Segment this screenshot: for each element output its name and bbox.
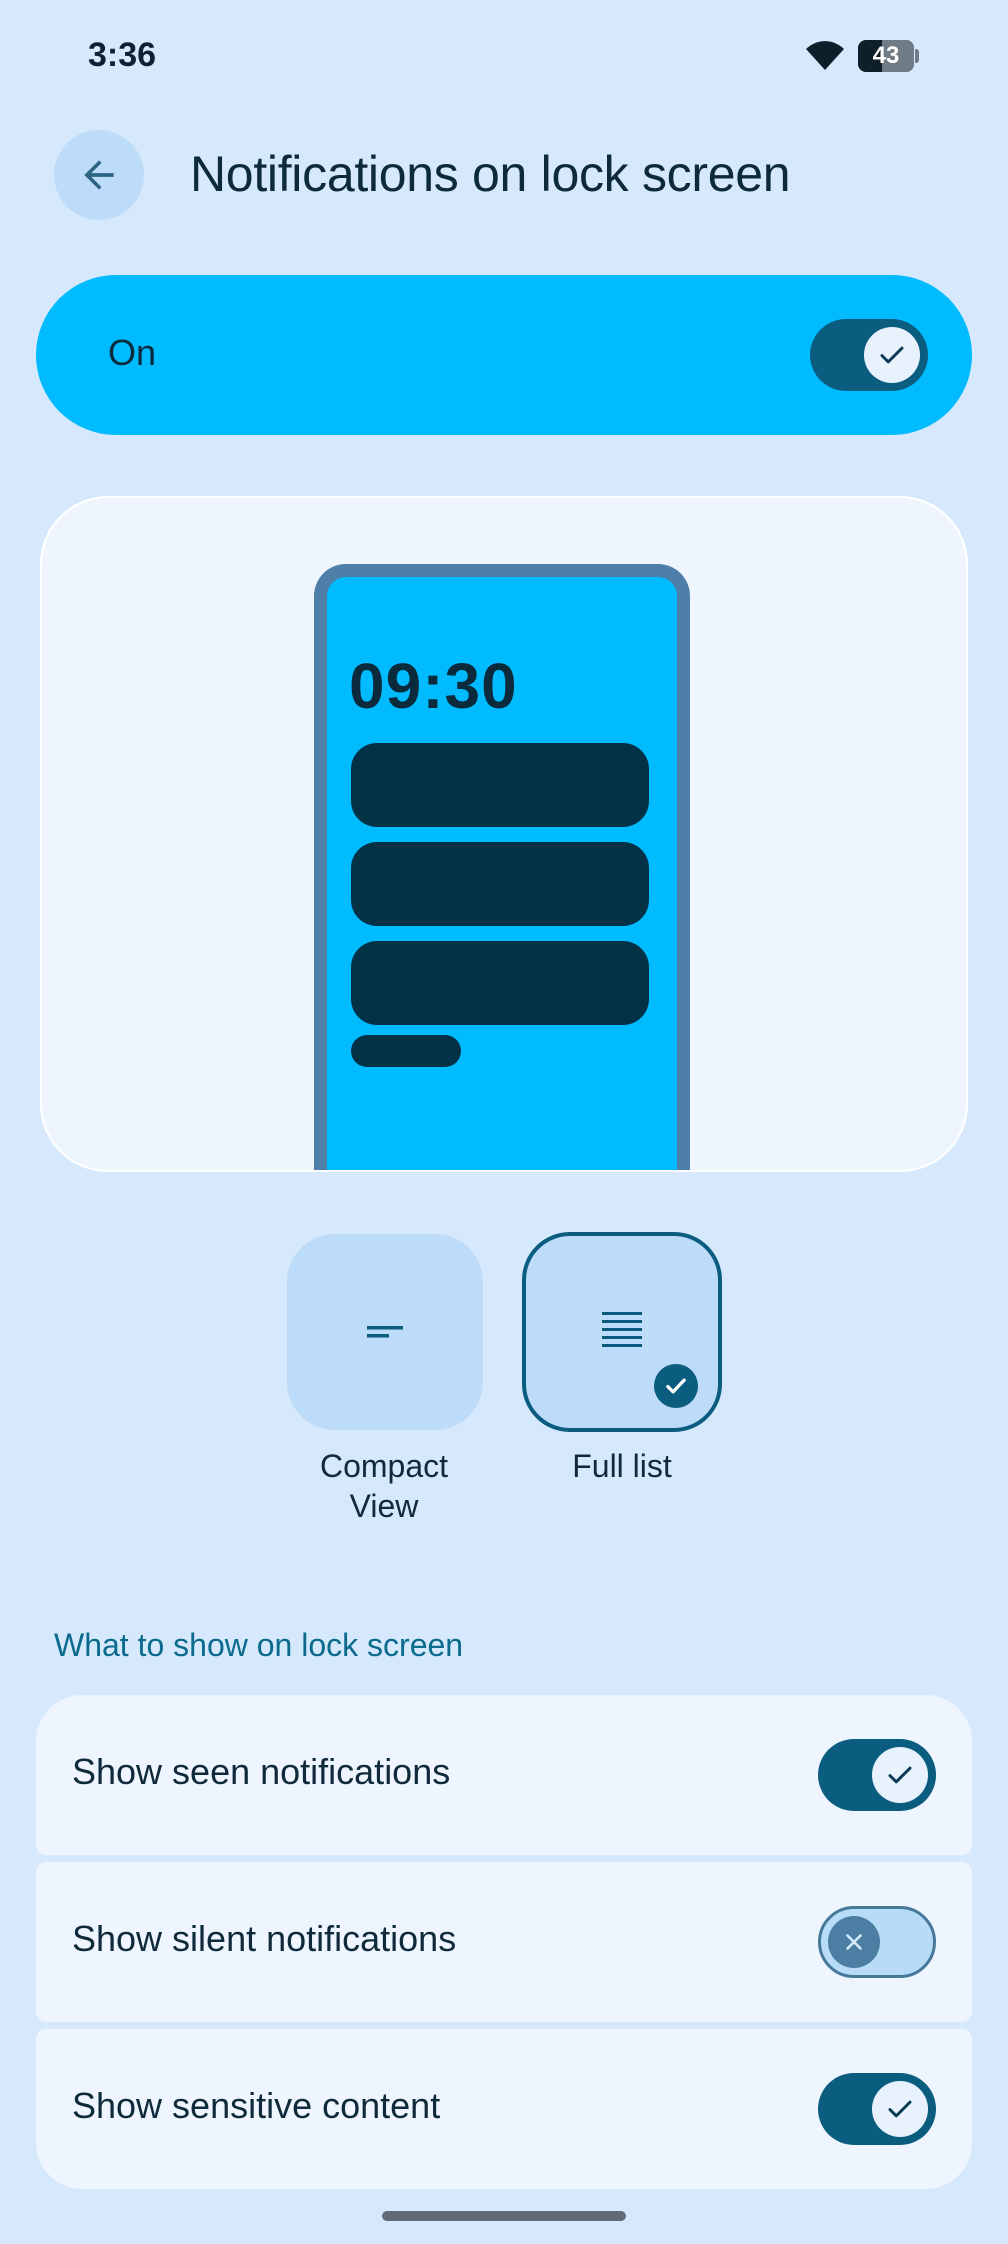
lockscreen-preview: 09:30 [40, 496, 968, 1172]
toggle-thumb [872, 1747, 928, 1803]
master-switch-bar[interactable]: On [36, 275, 972, 435]
page-title: Notifications on lock screen [190, 146, 791, 202]
preview-notification [351, 842, 649, 926]
toggle-thumb [864, 327, 920, 383]
toggle-thumb [828, 1916, 880, 1968]
check-icon [880, 346, 904, 364]
master-toggle[interactable] [810, 319, 928, 391]
check-icon [666, 1378, 686, 1394]
setting-row-silent-notifications[interactable]: Show silent notifications [36, 1862, 972, 2022]
setting-row-sensitive-content[interactable]: Show sensitive content [36, 2029, 972, 2189]
close-icon [846, 1934, 862, 1950]
preview-notification [351, 743, 649, 827]
back-button[interactable] [54, 130, 144, 220]
setting-label: Show sensitive content [72, 2085, 441, 2126]
silent-notifications-toggle[interactable] [818, 1906, 936, 1978]
status-time: 3:36 [88, 36, 157, 74]
status-bar: 3:36 43 [0, 0, 1008, 115]
setting-label: Show silent notifications [72, 1918, 457, 1959]
arrow-back-icon [84, 160, 114, 190]
full-list-label: Full list [572, 1448, 672, 1484]
setting-label: Show seen notifications [72, 1751, 451, 1792]
seen-notifications-toggle[interactable] [818, 1739, 936, 1811]
preview-overflow-pill [351, 1035, 461, 1067]
battery-icon: 43 [858, 40, 920, 72]
full-list-option[interactable] [522, 1232, 722, 1432]
selected-check-badge [654, 1364, 698, 1408]
short-lines-icon [367, 1326, 403, 1338]
phone-illustration: 09:30 [314, 564, 690, 1170]
battery-level-text: 43 [872, 42, 900, 69]
phone-side-button [679, 807, 689, 893]
master-switch-label: On [108, 332, 157, 373]
check-icon [888, 2100, 912, 2118]
preview-clock: 09:30 [349, 650, 518, 722]
toggle-thumb [872, 2081, 928, 2137]
compact-view-label: Compact View [319, 1448, 449, 1524]
check-icon [888, 1766, 912, 1784]
section-heading: What to show on lock screen [54, 1627, 464, 1663]
preview-notification [351, 941, 649, 1025]
home-indicator[interactable] [382, 2211, 626, 2221]
list-lines-icon [602, 1312, 642, 1347]
sensitive-content-toggle[interactable] [818, 2073, 936, 2145]
setting-row-seen-notifications[interactable]: Show seen notifications [36, 1695, 972, 1855]
phone-side-button [679, 741, 689, 787]
compact-view-option[interactable] [287, 1234, 483, 1430]
screen: 3:36 43 Notifications on lock screen On [0, 0, 1008, 2244]
wifi-icon [806, 41, 844, 70]
